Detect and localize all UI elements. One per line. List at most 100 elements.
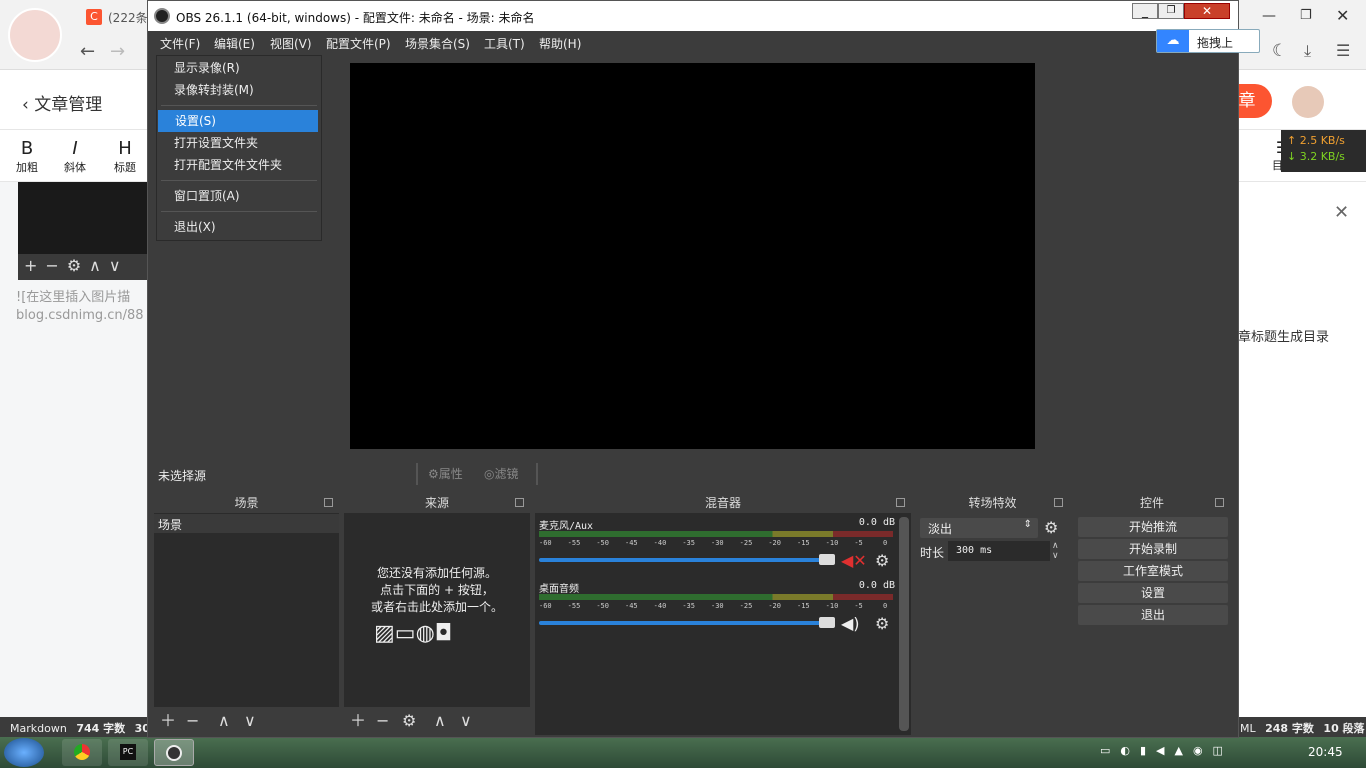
window-title: OBS 26.1.1 (64-bit, windows) - 配置文件: 未命名… <box>176 11 535 25</box>
channel-name: 桌面音频 <box>539 584 579 595</box>
transition-select[interactable]: 淡出 ⇕ <box>920 518 1038 538</box>
transition-settings-icon[interactable]: ⚙︎ <box>1044 518 1058 537</box>
header-avatar[interactable] <box>1292 86 1324 118</box>
add-source-icon[interactable]: ＋ <box>350 712 366 730</box>
start-recording-button[interactable]: 开始录制 <box>1078 539 1228 559</box>
sources-footer: ＋ − ⚙︎ ∧ ∨ <box>344 707 530 735</box>
menu-show-recordings[interactable]: 显示录像(R) <box>157 57 321 79</box>
obs-close-button[interactable]: ✕ <box>1184 3 1230 19</box>
back-icon[interactable]: ← <box>80 41 95 62</box>
transitions-dock-title: 转场特效 <box>916 493 1069 513</box>
heading-icon: H <box>118 138 132 159</box>
menu-always-on-top[interactable]: 窗口置顶(A) <box>157 185 321 207</box>
window-maximize-button[interactable]: ❐ <box>1300 8 1320 28</box>
meter-scale-label: -25 <box>739 539 753 547</box>
menu-icon[interactable]: ☰ <box>1336 41 1350 60</box>
undock-icon[interactable] <box>1215 498 1224 507</box>
channel-settings-icon[interactable]: ⚙︎ <box>875 551 889 570</box>
image-icon: ▨ <box>374 621 395 646</box>
filter-icon: ◎ <box>484 467 495 481</box>
meter-scale-label: 0 <box>883 602 888 610</box>
menu-profile[interactable]: 配置文件(P) <box>326 35 391 52</box>
status-right: ML 248 字数 10 段落 <box>1240 722 1365 735</box>
download-icon[interactable]: ⤓ <box>1304 41 1311 61</box>
back-article-manage[interactable]: ‹ 文章管理 <box>22 90 102 115</box>
duration-spin-down[interactable]: ∨ <box>1052 551 1066 561</box>
start-button[interactable] <box>4 738 44 767</box>
forward-icon[interactable]: → <box>110 41 125 62</box>
clock[interactable]: 20:45 <box>1308 745 1343 759</box>
studio-mode-button[interactable]: 工作室模式 <box>1078 561 1228 581</box>
properties-button[interactable]: ⚙︎属性 <box>428 465 463 482</box>
menu-view[interactable]: 视图(V) <box>270 35 312 52</box>
bold-button[interactable]: B 加粗 <box>12 138 42 175</box>
menu-tools[interactable]: 工具(T) <box>484 35 525 52</box>
obs-maximize-button[interactable]: ❐ <box>1158 3 1184 19</box>
file-menu-dropdown: 显示录像(R) 录像转封装(M) 设置(S) 打开设置文件夹 打开配置文件文件夹… <box>156 55 322 241</box>
scene-item[interactable]: 场景 <box>154 514 339 533</box>
source-properties-icon[interactable]: ⚙︎ <box>402 712 416 730</box>
remove-scene-icon[interactable]: − <box>186 712 199 730</box>
move-down-icon[interactable]: ∨ <box>460 712 472 730</box>
undock-icon[interactable] <box>324 498 333 507</box>
menu-edit[interactable]: 编辑(E) <box>214 35 255 52</box>
volume-slider[interactable] <box>539 621 833 625</box>
italic-button[interactable]: I 斜体 <box>60 138 90 175</box>
meter-scale-label: -25 <box>739 602 753 610</box>
undock-icon[interactable] <box>896 498 905 507</box>
chevron-updown-icon: ⇕ <box>1023 519 1032 530</box>
menu-exit[interactable]: 退出(X) <box>157 216 321 238</box>
preview-canvas[interactable] <box>350 63 1035 449</box>
monitor-icon: ▭ <box>394 621 416 646</box>
channel-settings-icon[interactable]: ⚙︎ <box>875 614 889 633</box>
close-icon[interactable]: ✕ <box>1334 202 1349 223</box>
chrome-taskbar-icon[interactable] <box>62 739 102 766</box>
settings-button[interactable]: 设置 <box>1078 583 1228 603</box>
menu-settings[interactable]: 设置(S) <box>158 110 318 132</box>
move-down-icon[interactable]: ∨ <box>244 712 256 730</box>
filters-button[interactable]: ◎滤镜 <box>484 465 519 482</box>
baidu-drag-upload[interactable]: ☁ 拖拽上 <box>1156 29 1260 53</box>
volume-slider[interactable] <box>539 558 833 562</box>
undock-icon[interactable] <box>515 498 524 507</box>
meter-scale-label: -10 <box>825 602 839 610</box>
menu-remux-recordings[interactable]: 录像转封装(M) <box>157 79 321 101</box>
move-up-icon[interactable]: ∧ <box>434 712 446 730</box>
mixer-scrollbar[interactable] <box>899 517 909 731</box>
user-avatar[interactable] <box>8 8 62 62</box>
duration-input[interactable]: 300 ms <box>948 541 1050 561</box>
volume-slider-handle[interactable] <box>819 554 835 565</box>
pycharm-taskbar-icon[interactable]: PC <box>108 739 148 766</box>
menu-open-settings-folder[interactable]: 打开设置文件夹 <box>157 132 321 154</box>
speaker-icon[interactable]: ◀) <box>841 614 860 633</box>
muted-speaker-icon[interactable]: ◀✕ <box>841 551 867 570</box>
menu-file[interactable]: 文件(F) <box>160 35 200 52</box>
menu-open-profile-folder[interactable]: 打开配置文件文件夹 <box>157 154 321 176</box>
markdown-editor[interactable]: +−⚙︎∧∨ ![在这里插入图片描 blog.csdnimg.cn/88 <box>0 182 150 717</box>
volume-slider-handle[interactable] <box>819 617 835 628</box>
heading-button[interactable]: H 标题 <box>110 138 140 175</box>
sources-dock: 来源 您还没有添加任何源。 点击下面的 + 按钮， 或者右击此处添加一个。 ▨▭… <box>344 493 530 735</box>
meter-scale-label: 0 <box>883 539 888 547</box>
obs-minimize-button[interactable]: _ <box>1132 3 1158 19</box>
dark-mode-icon[interactable]: ☾ <box>1272 41 1287 61</box>
undock-icon[interactable] <box>1054 498 1063 507</box>
window-minimize-button[interactable]: — <box>1262 8 1282 28</box>
exit-button[interactable]: 退出 <box>1078 605 1228 625</box>
window-close-button[interactable]: ✕ <box>1336 6 1356 26</box>
browser-tab[interactable]: C (222条 <box>86 8 148 28</box>
menu-scene-collection[interactable]: 场景集合(S) <box>405 35 470 52</box>
duration-spin-up[interactable]: ∧ <box>1052 541 1066 551</box>
tray-icons[interactable]: ▭◐▮◀▲◉◫ <box>1100 744 1233 757</box>
move-up-icon[interactable]: ∧ <box>218 712 230 730</box>
menu-help[interactable]: 帮助(H) <box>539 35 581 52</box>
divider <box>416 463 418 485</box>
obs-taskbar-icon[interactable] <box>154 739 194 766</box>
meter-scale-label: -40 <box>653 539 667 547</box>
meter-scale: -60 -55 -50 -45 -40 -35 -30 -25 -20 -15 -10 -5 0 <box>539 602 893 612</box>
source-type-icons: ▨▭◍◘ <box>374 621 504 649</box>
start-streaming-button[interactable]: 开始推流 <box>1078 517 1228 537</box>
remove-source-icon[interactable]: − <box>376 712 389 730</box>
add-scene-icon[interactable]: ＋ <box>160 712 176 730</box>
menu-separator <box>161 211 317 212</box>
